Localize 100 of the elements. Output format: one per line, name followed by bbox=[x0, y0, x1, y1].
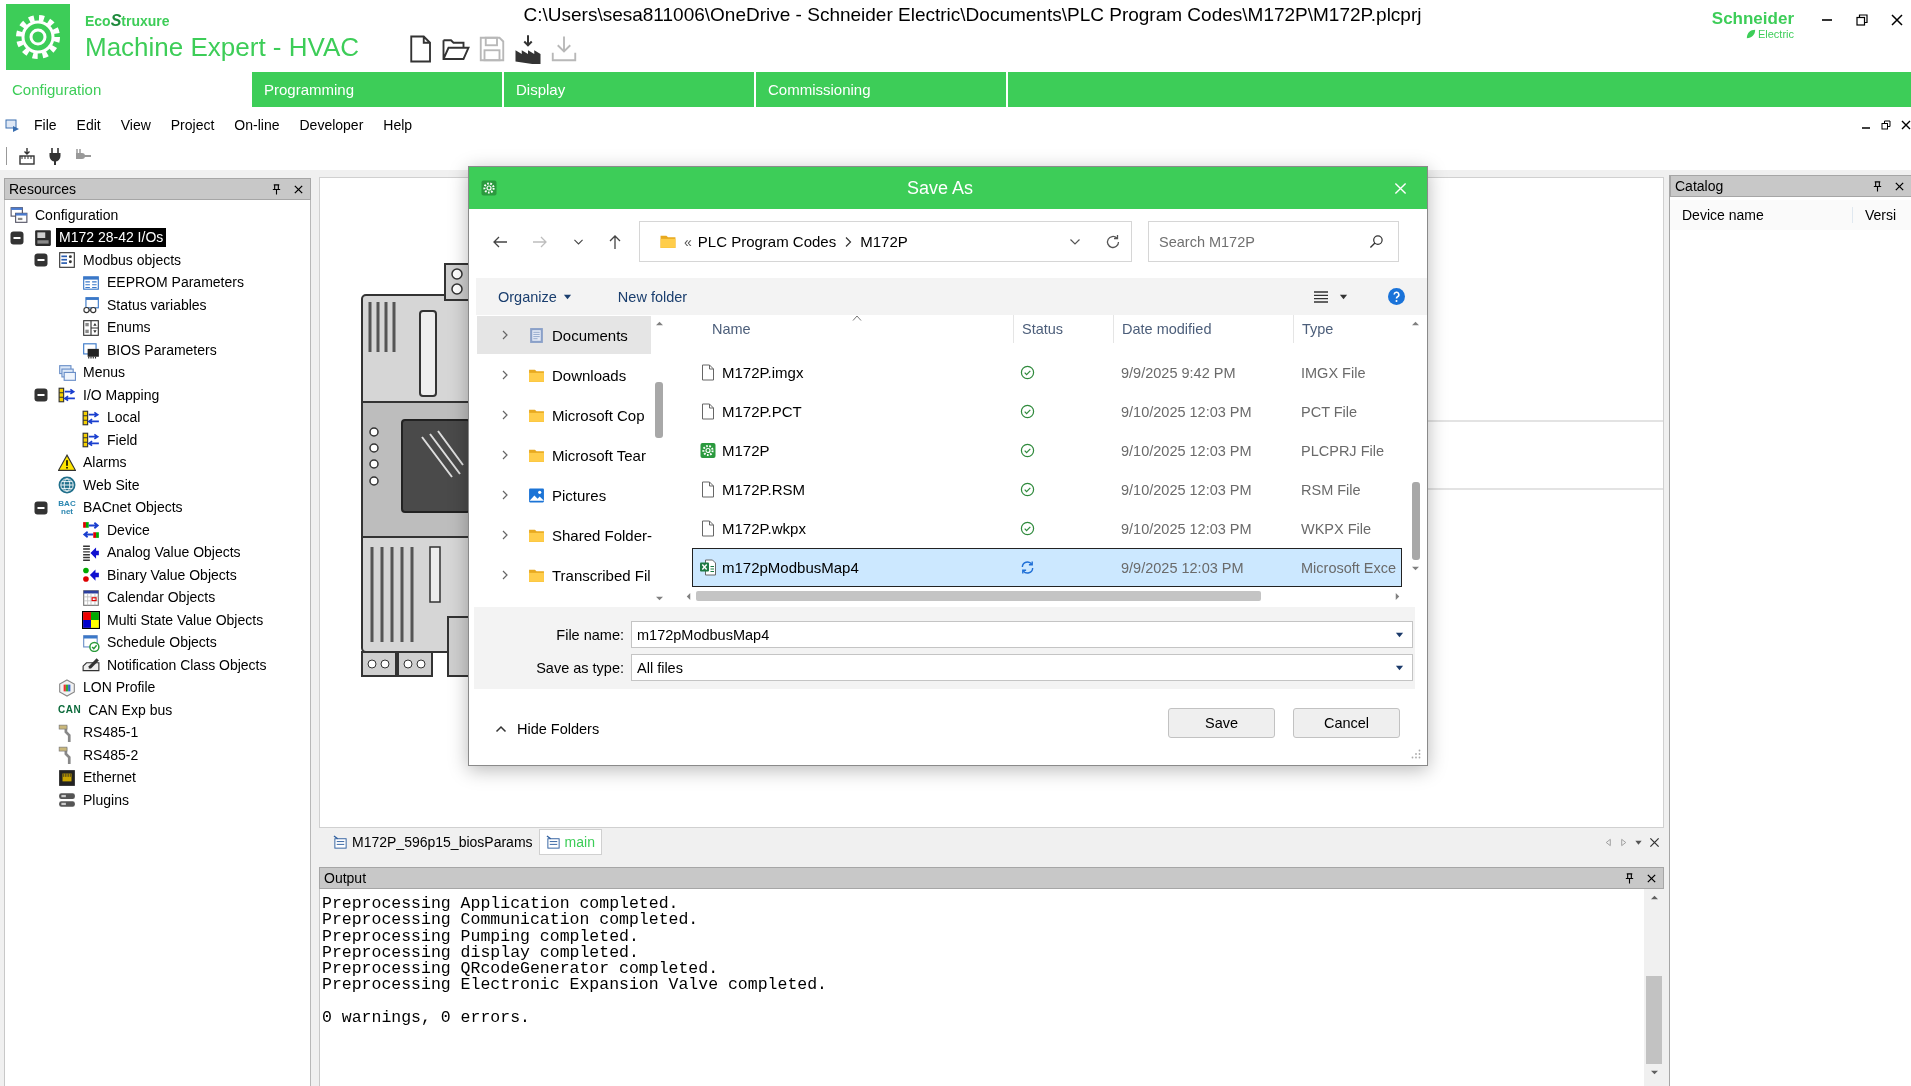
tree-item[interactable]: LON Profile bbox=[80, 678, 159, 698]
scroll-thumb[interactable] bbox=[655, 382, 663, 438]
column-header[interactable]: Date modified bbox=[1114, 315, 1294, 343]
close-icon[interactable] bbox=[1649, 836, 1660, 848]
folder-item[interactable]: Documents bbox=[477, 316, 651, 354]
save-button[interactable]: Save bbox=[1168, 708, 1275, 738]
window-arrow-icon[interactable] bbox=[5, 117, 21, 133]
tree-item[interactable]: BIOS Parameters bbox=[104, 340, 220, 360]
menu-item[interactable]: File bbox=[24, 115, 67, 135]
folder-item[interactable]: Pictures bbox=[477, 476, 651, 514]
column-header[interactable]: Device name bbox=[1670, 207, 1853, 223]
tree-item[interactable]: RS485-1 bbox=[80, 723, 142, 743]
menu-item[interactable]: Help bbox=[373, 115, 423, 135]
close-icon[interactable] bbox=[1646, 872, 1657, 884]
file-row[interactable]: m172pModbusMap4 9/9/2025 12:03 PM Microsoft Exce bbox=[692, 548, 1402, 587]
collapse-icon[interactable] bbox=[10, 230, 24, 245]
address-field[interactable]: « PLC Program Codes M172P bbox=[639, 221, 1132, 262]
scroll-left-icon[interactable] bbox=[685, 591, 692, 601]
overflow-chevrons[interactable]: « bbox=[684, 233, 692, 250]
scrollbar[interactable] bbox=[1644, 889, 1664, 1086]
file-row[interactable]: M172P.RSM 9/10/2025 12:03 PM RSM File bbox=[692, 470, 1402, 509]
organize-button[interactable]: Organize bbox=[496, 284, 574, 309]
scroll-down-icon[interactable] bbox=[1411, 565, 1420, 572]
dropdown-icon[interactable] bbox=[1395, 631, 1404, 638]
pin-icon[interactable] bbox=[1624, 872, 1635, 884]
folder-item[interactable]: Shared Folder- bbox=[477, 516, 651, 554]
tree-item[interactable]: Menus bbox=[80, 363, 129, 383]
tree-item[interactable]: I/O Mapping bbox=[80, 385, 163, 405]
tree-item[interactable]: Multi State Value Objects bbox=[104, 610, 267, 630]
file-row[interactable]: M172P.PCT 9/10/2025 12:03 PM PCT File bbox=[692, 392, 1402, 431]
breadcrumb[interactable]: M172P bbox=[860, 233, 908, 250]
tree-item[interactable]: Status variables bbox=[104, 295, 210, 315]
tree-item[interactable]: Field bbox=[104, 430, 141, 450]
collapse-icon[interactable] bbox=[34, 253, 48, 268]
menu-item[interactable]: Edit bbox=[66, 115, 111, 135]
tree-item[interactable]: Plugins bbox=[80, 790, 132, 810]
file-type-dropdown[interactable]: All files bbox=[631, 654, 1413, 681]
folder-item[interactable]: Microsoft Cop bbox=[477, 396, 651, 434]
restore-icon[interactable] bbox=[1856, 14, 1868, 26]
file-name-field[interactable]: m172pModbusMap4 bbox=[631, 621, 1413, 648]
tree-item[interactable]: Local bbox=[104, 408, 144, 428]
menu-item[interactable]: View bbox=[110, 115, 161, 135]
close-icon[interactable] bbox=[293, 183, 304, 195]
factory-arrow-icon[interactable] bbox=[18, 146, 36, 165]
tree-item[interactable]: Calendar Objects bbox=[104, 588, 219, 608]
scroll-down-icon[interactable] bbox=[654, 595, 664, 602]
tree-item[interactable]: Device bbox=[104, 520, 153, 540]
up-arrow-icon[interactable] bbox=[607, 233, 623, 250]
file-row[interactable]: M172P.wkpx 9/10/2025 12:03 PM WKPX File bbox=[692, 509, 1402, 548]
new-folder-button[interactable]: New folder bbox=[615, 284, 690, 309]
folder-item[interactable]: Downloads bbox=[477, 356, 651, 394]
search-field[interactable]: Search M172P bbox=[1148, 221, 1399, 262]
help-icon[interactable] bbox=[1388, 288, 1405, 305]
caret-down-icon[interactable] bbox=[1339, 293, 1348, 300]
collapse-icon[interactable] bbox=[34, 388, 48, 403]
scroll-thumb[interactable] bbox=[696, 591, 1261, 601]
scroll-up-icon[interactable] bbox=[1411, 320, 1420, 327]
close-icon[interactable] bbox=[1901, 120, 1911, 130]
tree-item[interactable]: EEPROM Parameters bbox=[104, 273, 247, 293]
chevron-down-icon[interactable] bbox=[1069, 237, 1081, 246]
menu-item[interactable]: Project bbox=[160, 115, 225, 135]
scroll-up-icon[interactable] bbox=[654, 320, 664, 327]
scroll-up-icon[interactable] bbox=[1649, 894, 1659, 901]
list-view-icon[interactable] bbox=[1313, 289, 1329, 304]
tree-item[interactable]: Web Site bbox=[80, 475, 143, 495]
scroll-down-icon[interactable] bbox=[1649, 1069, 1659, 1076]
tree-item[interactable]: Schedule Objects bbox=[104, 633, 220, 653]
search-icon[interactable] bbox=[1369, 234, 1384, 249]
folder-item[interactable]: Microsoft Tear bbox=[477, 436, 651, 474]
dropdown-icon[interactable] bbox=[1395, 664, 1404, 671]
cancel-button[interactable]: Cancel bbox=[1293, 708, 1400, 738]
scroll-thumb[interactable] bbox=[1411, 482, 1420, 560]
tree-item[interactable]: Enums bbox=[104, 318, 154, 338]
menu-item[interactable]: Developer bbox=[289, 115, 374, 135]
restore-icon[interactable] bbox=[1881, 120, 1891, 130]
tree-item[interactable]: M172 28-42 I/Os bbox=[56, 228, 167, 248]
tree-item[interactable]: BACnet Objects bbox=[80, 498, 186, 518]
scroll-thumb[interactable] bbox=[1646, 976, 1662, 1064]
column-header[interactable]: Name bbox=[692, 315, 1014, 343]
tree-item[interactable]: Configuration bbox=[32, 205, 122, 225]
column-header[interactable]: Type bbox=[1294, 315, 1405, 343]
resize-grip-icon[interactable] bbox=[1411, 749, 1421, 759]
pin-icon[interactable] bbox=[1872, 180, 1883, 192]
column-header[interactable]: Status bbox=[1014, 315, 1114, 343]
column-header[interactable]: Versi bbox=[1853, 207, 1897, 223]
scroll-right-icon[interactable] bbox=[1394, 591, 1401, 601]
document-tab[interactable]: M172P_596p15_biosParams bbox=[327, 830, 539, 854]
factory-arrow-icon[interactable] bbox=[513, 34, 543, 64]
breadcrumb[interactable]: PLC Program Codes bbox=[697, 233, 837, 250]
file-row[interactable]: M172P 9/10/2025 12:03 PM PLCPRJ File bbox=[692, 431, 1402, 470]
tree-item[interactable]: Notification Class Objects bbox=[104, 655, 270, 675]
close-icon[interactable] bbox=[1894, 180, 1905, 192]
menu-item[interactable]: On-line bbox=[224, 115, 290, 135]
pin-icon[interactable] bbox=[271, 183, 282, 195]
tree-item[interactable]: CAN Exp bus bbox=[85, 700, 176, 720]
refresh-icon[interactable] bbox=[1105, 233, 1121, 250]
tree-item[interactable]: Modbus objects bbox=[80, 250, 185, 270]
tree-item[interactable]: Analog Value Objects bbox=[104, 543, 244, 563]
hide-folders-button[interactable]: Hide Folders bbox=[493, 719, 602, 739]
tree-item[interactable]: Alarms bbox=[80, 453, 130, 473]
